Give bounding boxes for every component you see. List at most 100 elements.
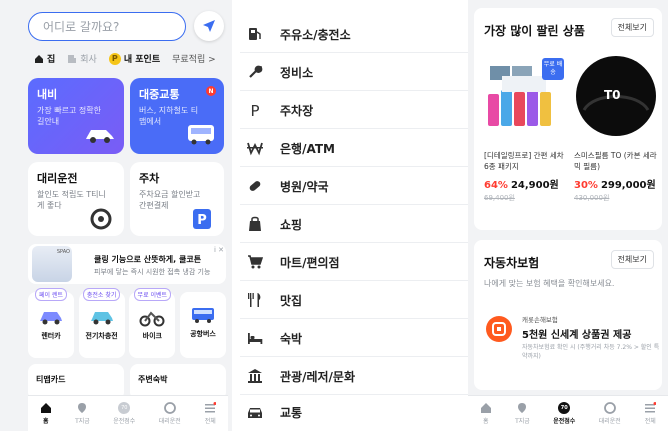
category-hospital[interactable]: 병원/약국 <box>240 168 468 205</box>
tab-drive-score[interactable]: 70 운전점수 <box>553 402 575 425</box>
ev-car-icon <box>90 312 113 325</box>
product-price-2: 30% 299,000원 <box>574 176 658 191</box>
product-price-1: 64% 24,900원 <box>484 176 568 191</box>
category-transport[interactable]: 교통 <box>240 394 468 431</box>
home-screen: 어디로 갈까요? 집 회사 P 내 포인트 무료적립 > 내비 가장 빠르고 정… <box>0 0 232 431</box>
steering-wheel-icon <box>603 402 616 414</box>
ad-subtitle: 피부에 닿는 즉시 시원한 접촉 냉감 기능 <box>94 268 211 276</box>
tab-designated-driver-label: 대리운전 <box>158 418 181 425</box>
product-image-1: 무료 배송 <box>484 52 568 140</box>
place-work[interactable]: 회사 <box>67 52 97 65</box>
parking-p-icon: P <box>250 102 259 118</box>
home-icon <box>480 403 491 413</box>
search-input[interactable]: 어디로 갈까요? <box>28 12 186 41</box>
insurance-headline[interactable]: 5천원 신세계 상품권 제공 <box>522 326 631 341</box>
product-original-price-1: 69,400원 <box>484 194 515 202</box>
navi-card[interactable]: 내비 가장 빠르고 정확한 길안내 <box>28 78 124 154</box>
best-seller-view-all-button[interactable]: 전체보기 <box>610 18 654 37</box>
category-shopping[interactable]: 쇼핑 <box>240 206 468 243</box>
insurance-view-all-button[interactable]: 전체보기 <box>610 250 654 269</box>
bus-icon <box>188 125 214 145</box>
tile-bike[interactable]: 무료 이벤트 바이크 <box>129 288 176 358</box>
category-fuel[interactable]: 주유소/충전소 <box>240 16 468 53</box>
parking-sign-icon: P <box>193 209 211 229</box>
product-discount-2: 30% <box>574 180 598 191</box>
tile-rentcar-pill: 페이 렌트 <box>35 288 67 301</box>
tile-ev-charging[interactable]: 충전소 찾기 전기차충전 <box>78 288 125 358</box>
insurance-description: 자동차보험료 확인 시 (주행거리 차등 7.2% > 할인 특약까지) <box>522 344 660 360</box>
svg-text:P: P <box>250 102 259 118</box>
point-coin-icon: P <box>108 52 121 65</box>
tab-designated-driver-label: 대리운전 <box>598 418 621 425</box>
tab-designated-driver[interactable]: 대리운전 <box>159 402 181 425</box>
category-lodging[interactable]: 숙박 <box>240 320 468 357</box>
tab-all[interactable]: 전체 <box>644 402 657 425</box>
shopping-screen: 가장 많이 팔린 상품 전체보기 무료 배송 [디테일링프로] 간편 세차 6종… <box>468 0 668 431</box>
bike-icon <box>139 311 165 327</box>
tab-tnow-label: T지금 <box>515 418 530 425</box>
product-name-2: 스미스필름 TO (카본 세라믹 필름) <box>574 151 657 171</box>
product-card-2[interactable]: T0 스미스필름 TO (카본 세라믹 필름) 30% 299,000원 430,… <box>574 52 658 203</box>
svg-text:P: P <box>197 213 207 228</box>
tab-tnow[interactable]: T지금 <box>75 402 90 425</box>
tab-all[interactable]: 전체 <box>204 402 217 425</box>
score-badge-icon: 70 <box>558 402 571 414</box>
transit-card[interactable]: 대중교통 버스, 지하철도 티맵에서 N <box>130 78 224 154</box>
tile-rentcar-label: 렌터카 <box>41 332 61 340</box>
menu-icon <box>645 402 657 413</box>
ad-banner[interactable]: SPAO 쿨링 기능으로 산뜻하게, 쿨코튼 피부에 닿는 즉시 시원한 접촉 … <box>28 244 226 284</box>
category-repair[interactable]: 정비소 <box>240 54 468 91</box>
driver-card[interactable]: 대리운전 할인도 적립도 T티니게 좋다 <box>28 162 124 236</box>
navi-card-title: 내비 <box>37 88 58 101</box>
cart-icon <box>248 255 263 269</box>
place-home[interactable]: 집 <box>34 52 55 65</box>
product-card-1[interactable]: 무료 배송 [디테일링프로] 간편 세차 6종 패키지 64% 24,900원 6… <box>484 52 568 203</box>
ad-image: SPAO <box>32 246 72 282</box>
tile-airport-label: 공항버스 <box>190 330 216 338</box>
tab-home[interactable]: 홈 <box>480 402 492 425</box>
free-points-link[interactable]: 무료적립 > <box>172 52 216 65</box>
category-tourism-label: 관광/레저/문화 <box>280 369 356 384</box>
my-points-label: 내 포인트 <box>123 55 161 65</box>
home-icon <box>35 54 43 63</box>
bed-icon <box>248 333 263 344</box>
navigate-button[interactable] <box>194 11 224 41</box>
new-badge: N <box>206 86 216 96</box>
free-shipping-badge: 무료 배송 <box>542 58 564 80</box>
fork-knife-icon <box>248 293 261 307</box>
category-restaurant[interactable]: 맛집 <box>240 282 468 319</box>
parking-card[interactable]: 주차 주차요금 할인받고 간편결제 P <box>130 162 224 236</box>
insurance-company: 캐롯손해보험 <box>522 316 558 324</box>
category-parking[interactable]: P 주차장 <box>240 92 468 129</box>
insurance-section: 자동차보험 전체보기 나에게 맞는 보험 혜택을 확인해보세요. 캐롯손해보험 … <box>474 240 662 390</box>
score-badge-icon: 70 <box>118 402 131 414</box>
product-name-1: [디테일링프로] 간편 세차 6종 패키지 <box>484 151 564 171</box>
carrot-insurance-logo-icon <box>486 316 512 342</box>
driver-card-title: 대리운전 <box>37 172 78 185</box>
tile-airport-bus[interactable]: . 공항버스 <box>179 292 226 358</box>
location-pin-icon <box>78 403 87 413</box>
category-hospital-label: 병원/약국 <box>280 179 329 194</box>
tab-designated-driver[interactable]: 대리운전 <box>599 402 621 425</box>
tab-home[interactable]: 홈 <box>40 402 52 425</box>
category-restaurant-label: 맛집 <box>280 293 303 308</box>
tab-drive-score[interactable]: 70 운전점수 <box>113 402 135 425</box>
product-original-price-2: 430,000원 <box>574 194 610 202</box>
fuel-icon <box>249 28 261 40</box>
place-work-label: 회사 <box>80 55 97 65</box>
category-mart[interactable]: 마트/편의점 <box>240 244 468 281</box>
search-placeholder: 어디로 갈까요? <box>43 20 120 34</box>
ad-title: 쿨링 기능으로 산뜻하게, 쿨코튼 <box>94 255 202 264</box>
tile-rentcar[interactable]: 페이 렌트 렌터카 <box>28 288 74 358</box>
tab-tnow[interactable]: T지금 <box>515 402 530 425</box>
category-tourism[interactable]: 관광/레저/문화 <box>240 358 468 395</box>
shopping-bag-icon <box>249 216 261 231</box>
my-points[interactable]: P 내 포인트 <box>108 52 161 65</box>
tab-drive-score-label: 운전점수 <box>553 418 576 425</box>
car-illustration-icon <box>86 130 114 143</box>
ad-close-button[interactable]: i ✕ <box>214 246 224 254</box>
best-seller-title: 가장 많이 팔린 상품 <box>484 24 585 38</box>
tab-drive-score-label: 운전점수 <box>113 418 136 425</box>
category-bank[interactable]: 은행/ATM <box>240 130 468 167</box>
bottom-tab-bar: 홈 T지금 70 운전점수 대리운전 전체 <box>468 395 668 431</box>
